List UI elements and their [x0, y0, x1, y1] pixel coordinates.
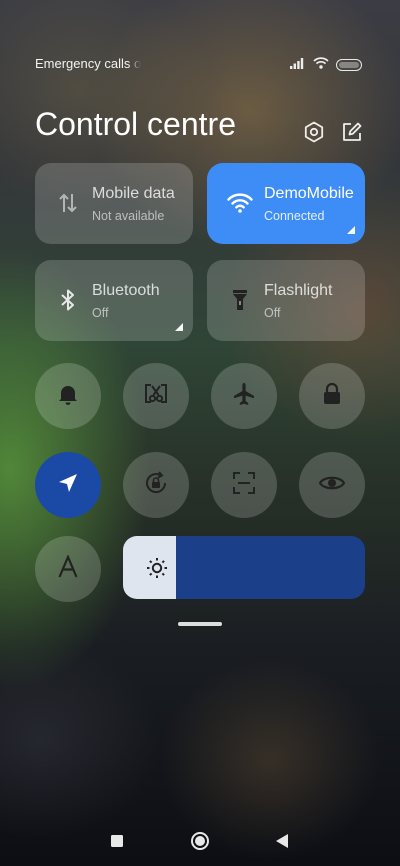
location-icon	[57, 472, 79, 499]
battery-icon	[336, 59, 362, 71]
status-bar: Emergency calls only	[0, 52, 400, 76]
eye-icon	[318, 473, 346, 498]
toggle-reading-mode[interactable]	[299, 452, 365, 518]
toggle-mute[interactable]	[35, 363, 101, 429]
tile-label: DemoMobile	[264, 185, 354, 202]
auto-brightness-icon	[57, 553, 79, 584]
tile-mobile-data[interactable]: Mobile data Not available	[35, 163, 193, 244]
bluetooth-icon	[55, 287, 81, 313]
wifi-icon	[313, 56, 329, 74]
airplane-icon	[231, 381, 257, 412]
settings-icon[interactable]	[302, 120, 326, 144]
tile-label: Flashlight	[264, 282, 333, 299]
mobile-data-icon	[55, 190, 81, 216]
page-title: Control centre	[35, 106, 236, 142]
flashlight-icon	[227, 287, 253, 313]
bell-icon	[56, 382, 80, 411]
toggle-lock-screen[interactable]	[299, 363, 365, 429]
toggle-scanner[interactable]	[211, 452, 277, 518]
back-icon[interactable]	[272, 831, 292, 851]
rotation-lock-icon	[143, 470, 169, 501]
expand-corner-icon[interactable]	[175, 323, 183, 331]
toggle-location[interactable]	[35, 452, 101, 518]
navigation-bar	[0, 826, 400, 856]
tile-status: Connected	[264, 209, 325, 223]
brightness-slider[interactable]	[123, 536, 365, 599]
status-icons	[290, 56, 362, 74]
tile-status: Not available	[92, 209, 165, 223]
toggle-rotation-lock[interactable]	[123, 452, 189, 518]
tile-status: Off	[264, 306, 281, 320]
expand-corner-icon[interactable]	[347, 226, 355, 234]
tile-bluetooth[interactable]: Bluetooth Off	[35, 260, 193, 341]
toggle-auto-brightness[interactable]	[35, 536, 101, 602]
signal-icon	[290, 56, 306, 74]
lock-icon	[321, 382, 343, 411]
wifi-icon	[227, 190, 253, 216]
toggle-airplane-mode[interactable]	[211, 363, 277, 429]
screenshot-icon	[143, 381, 169, 412]
toggle-screenshot[interactable]	[123, 363, 189, 429]
home-icon[interactable]	[190, 831, 210, 851]
tile-status: Off	[92, 306, 109, 320]
tile-flashlight[interactable]: Flashlight Off	[207, 260, 365, 341]
tile-label: Mobile data	[92, 185, 175, 202]
recents-icon[interactable]	[107, 831, 127, 851]
tile-label: Bluetooth	[92, 282, 160, 299]
scanner-icon	[232, 471, 256, 500]
sun-icon	[145, 556, 169, 580]
edit-icon[interactable]	[340, 120, 364, 144]
tile-wifi[interactable]: DemoMobile Connected	[207, 163, 365, 244]
drag-handle[interactable]	[178, 622, 222, 626]
carrier-status-text: Emergency calls only	[35, 56, 141, 71]
